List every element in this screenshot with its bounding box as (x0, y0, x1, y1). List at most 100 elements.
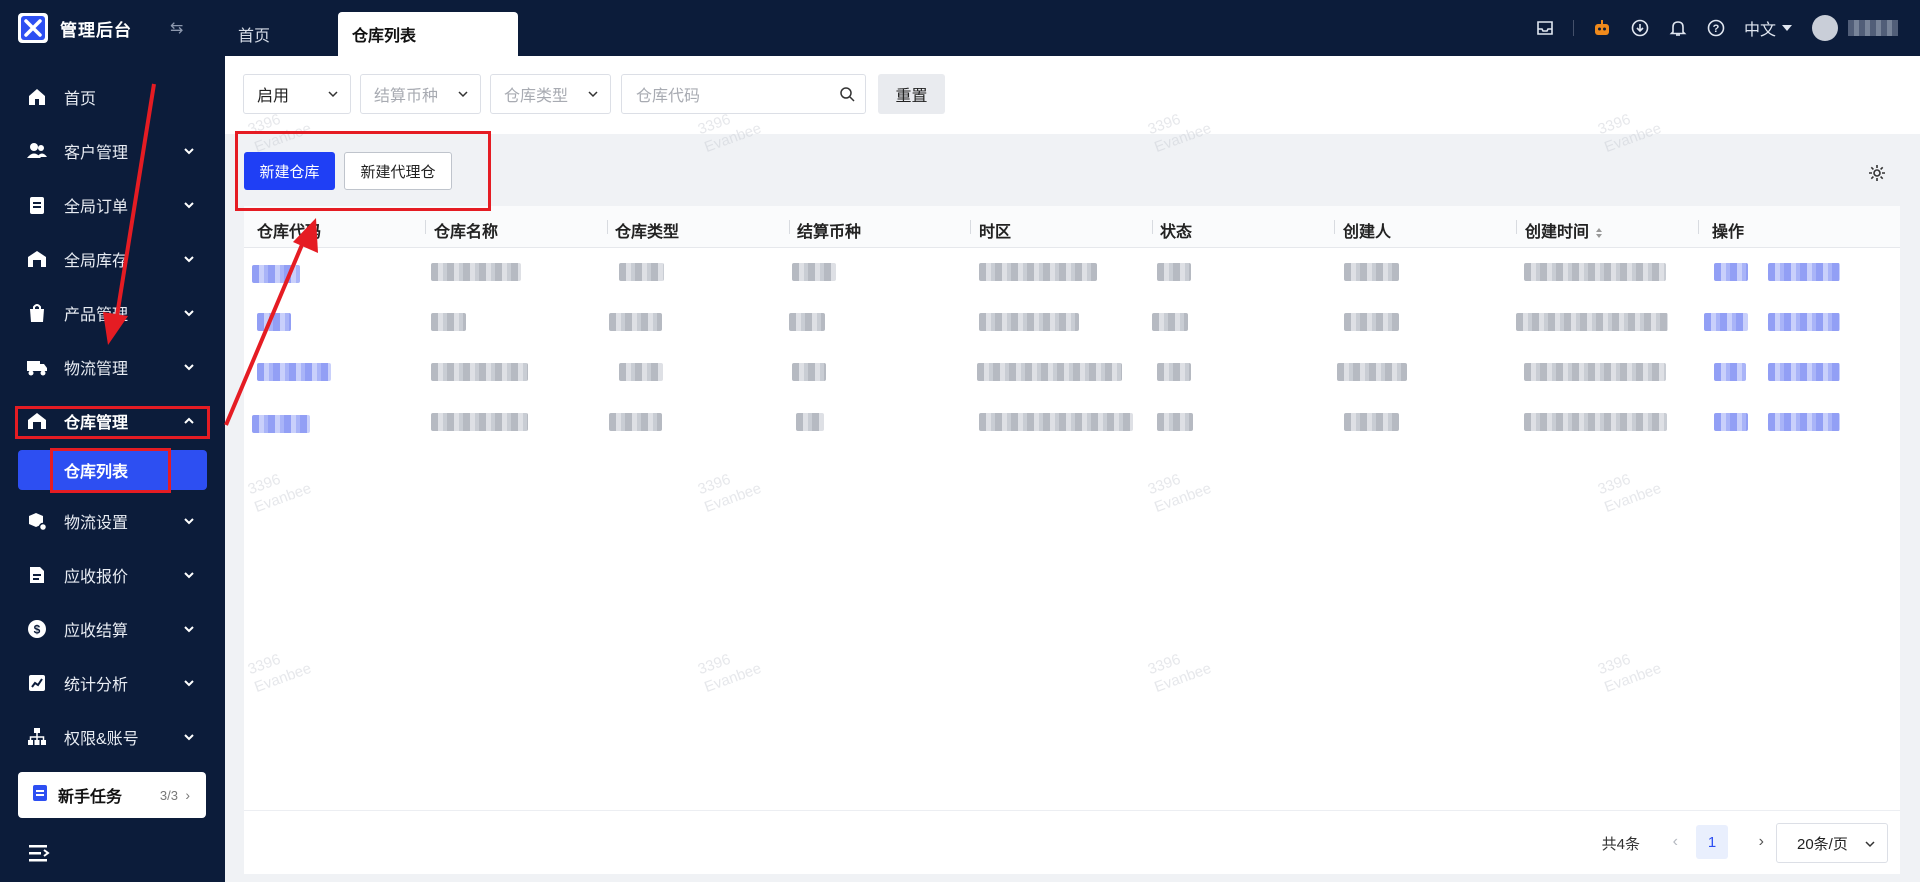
chevron-right-icon[interactable]: › (1759, 833, 1764, 851)
sidebar-item-products[interactable]: 产品管理 (0, 286, 225, 340)
table-row[interactable] (244, 250, 1900, 299)
download-icon[interactable] (1630, 18, 1650, 38)
swap-icon[interactable]: ⇆ (170, 18, 183, 38)
tab-warehouse-list[interactable]: 仓库列表 (338, 12, 518, 56)
page-number[interactable]: 1 (1696, 825, 1728, 859)
avatar[interactable] (1812, 15, 1838, 41)
redacted-cell (431, 313, 466, 331)
column-header-sortable[interactable]: 创建时间 (1525, 218, 1603, 242)
chevron-down-icon (1865, 841, 1875, 848)
app-logo-icon (18, 13, 48, 43)
redacted-cell[interactable] (257, 363, 331, 381)
sidebar-item-inventory[interactable]: 全局库存 (0, 232, 225, 286)
redacted-cell (979, 313, 1079, 331)
sidebar-item-home[interactable]: 首页 (0, 70, 225, 124)
redacted-cell (1337, 363, 1407, 381)
table-row[interactable] (244, 400, 1900, 449)
column-divider (425, 220, 426, 234)
brand: 管理后台 ⇆ (0, 0, 225, 56)
reset-button[interactable]: 重置 (878, 74, 945, 114)
column-divider (1698, 220, 1699, 234)
sidebar-item-label: 应收报价 (64, 569, 129, 586)
sidebar-item-customers[interactable]: 客户管理 (0, 124, 225, 178)
redacted-cell (609, 313, 662, 331)
document-icon (26, 564, 48, 586)
task-icon (32, 784, 48, 807)
chevron-left-icon[interactable]: ‹ (1673, 833, 1678, 851)
table-row[interactable] (244, 350, 1900, 399)
row-action-link[interactable] (1714, 363, 1746, 381)
currency-select[interactable]: 结算币种 (360, 74, 481, 114)
top-header: 首页 仓库列表 ? 中文 (225, 0, 1920, 56)
status-select[interactable]: 启用 (243, 74, 351, 114)
bag-icon (26, 302, 48, 324)
row-action-link[interactable] (1714, 413, 1748, 431)
search-icon[interactable] (839, 86, 855, 102)
row-action-link[interactable] (1768, 263, 1840, 281)
warehouse-type-select[interactable]: 仓库类型 (490, 74, 611, 114)
username-redacted[interactable] (1848, 20, 1898, 36)
menu-collapse-icon[interactable] (28, 843, 50, 868)
sidebar-menu: 首页 客户管理 全局订单 全局库存 产品管理 物流管理 仓库管理 仓库列表 物流… (0, 70, 225, 764)
row-action-link[interactable] (1768, 413, 1840, 431)
column-header: 仓库名称 (434, 224, 499, 241)
column-header: 时区 (979, 224, 1012, 241)
box-settings-icon (26, 510, 48, 532)
redacted-cell (1157, 263, 1191, 281)
chevron-down-icon (184, 572, 194, 579)
sidebar-item-orders[interactable]: 全局订单 (0, 178, 225, 232)
redacted-cell (1524, 263, 1666, 281)
redacted-cell[interactable] (257, 313, 291, 331)
redacted-cell (1524, 413, 1667, 431)
robot-icon[interactable] (1592, 18, 1612, 38)
column-settings-icon[interactable] (1868, 164, 1886, 187)
column-header: 状态 (1160, 224, 1193, 241)
redacted-cell (431, 413, 528, 431)
bell-icon[interactable] (1668, 18, 1688, 38)
row-action-link[interactable] (1704, 313, 1748, 331)
help-icon[interactable]: ? (1706, 18, 1726, 38)
warehouse-home-icon (26, 410, 48, 432)
inbox-icon[interactable] (1535, 18, 1555, 38)
sidebar-item-label: 统计分析 (64, 677, 129, 694)
chevron-down-icon (184, 734, 194, 741)
warehouse-code-input[interactable]: 仓库代码 (621, 74, 866, 114)
sidebar-item-label: 全局库存 (64, 253, 129, 270)
chevron-down-icon (184, 202, 194, 209)
row-action-link[interactable] (1714, 263, 1748, 281)
page-size-value: 20条/页 (1797, 835, 1848, 853)
warehouse-code-placeholder: 仓库代码 (636, 88, 701, 105)
new-agent-warehouse-button[interactable]: 新建代理仓 (344, 152, 452, 190)
chevron-down-icon (328, 91, 338, 98)
redacted-cell[interactable] (252, 265, 300, 283)
language-label: 中文 (1743, 22, 1776, 39)
row-action-link[interactable] (1768, 313, 1840, 331)
chevron-right-icon: › (185, 787, 190, 803)
page-size-select[interactable]: 20条/页 (1776, 823, 1888, 863)
sidebar: 管理后台 ⇆ 首页 客户管理 全局订单 全局库存 产品管理 物流管理 仓库管理 … (0, 0, 225, 882)
sidebar-item-warehouse[interactable]: 仓库管理 (0, 394, 225, 448)
sidebar-subitem-warehouse-list[interactable]: 仓库列表 (18, 450, 207, 490)
table-row[interactable] (244, 300, 1900, 349)
row-action-link[interactable] (1768, 363, 1840, 381)
tab-home[interactable]: 首页 (238, 12, 270, 56)
sidebar-item-permissions[interactable]: 权限&账号 (0, 710, 225, 764)
sidebar-item-receivable-settlement[interactable]: $ 应收结算 (0, 602, 225, 656)
redacted-cell[interactable] (252, 415, 310, 433)
redacted-cell (979, 263, 1097, 281)
redacted-cell (977, 363, 1122, 381)
new-warehouse-button[interactable]: 新建仓库 (244, 152, 335, 190)
language-select[interactable]: 中文 (1744, 16, 1792, 40)
chart-icon (26, 672, 48, 694)
sidebar-item-statistics[interactable]: 统计分析 (0, 656, 225, 710)
sidebar-item-label: 产品管理 (64, 307, 129, 324)
main-content: 新建仓库 新建代理仓 仓库代码 仓库名称 仓库类型 结算币种 时区 状态 创建人… (244, 134, 1900, 874)
chevron-down-icon (184, 148, 194, 155)
sidebar-item-receivable-quote[interactable]: 应收报价 (0, 548, 225, 602)
pagination-total: 共4条 (1601, 836, 1640, 853)
sidebar-item-logistics[interactable]: 物流管理 (0, 340, 225, 394)
sort-icon[interactable] (1595, 227, 1603, 239)
sidebar-item-logistics-settings[interactable]: 物流设置 (0, 494, 225, 548)
sidebar-item-label: 仓库管理 (64, 415, 129, 432)
beginner-task-card[interactable]: 新手任务 3/3 › (18, 772, 206, 818)
